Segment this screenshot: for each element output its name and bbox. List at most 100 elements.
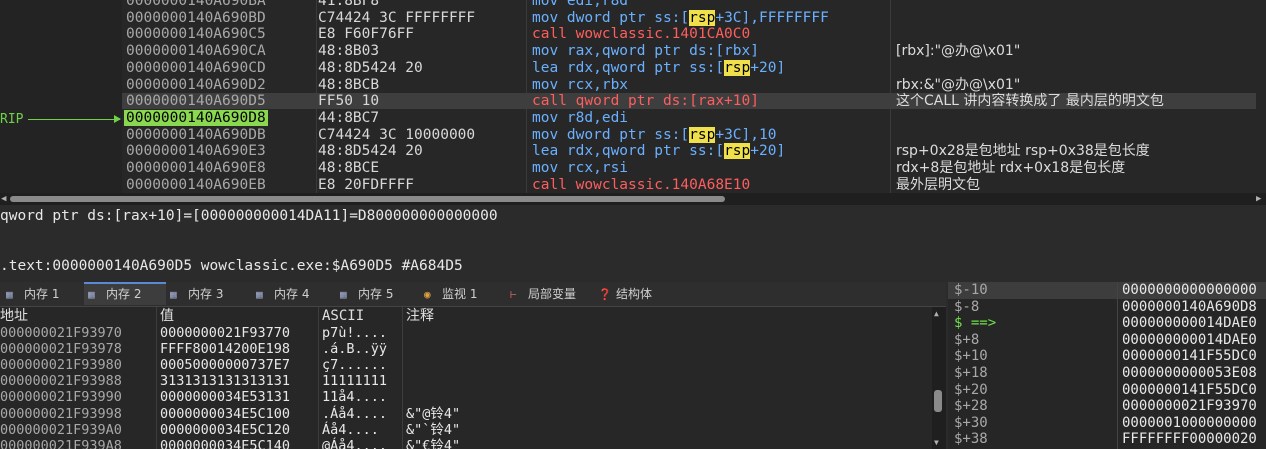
dump-row[interactable]: 000000021F93990 0000000034E53131 11å4.... (0, 390, 932, 406)
disasm-row[interactable]: 0000000140A690EB E8 20FDFFFF call wowclass… (122, 177, 1256, 193)
dump-ascii[interactable]: Áå4.... (322, 422, 379, 439)
dump-value[interactable]: 0000000034E5C100 (160, 406, 290, 423)
disasm-row[interactable]: 0000000140A690D2 48:8BCB mov rcx,rbx rbx:&"… (122, 77, 1256, 93)
stack-row[interactable]: $+28 0000000021F93970 (948, 398, 1266, 415)
instruction-comment[interactable]: 最外层明文包 (896, 177, 980, 193)
instruction-text[interactable]: mov dword ptr ss:[rsp+3C],FFFFFFFF (532, 9, 829, 26)
stack-pane[interactable]: $-10 0000000000000000 $-8 0000000140A690D8 $… (948, 282, 1266, 449)
dump-ascii[interactable]: p7ù!.... (322, 325, 387, 342)
dump-vertical-scrollbar[interactable] (932, 307, 946, 449)
tab-局部变量[interactable]: ⊢ 局部变量 (506, 284, 594, 305)
dump-ascii[interactable]: 11111111 (322, 374, 387, 390)
dump-comment[interactable]: &"€铃4" (406, 438, 460, 449)
disassembly-pane[interactable]: RIP 0000000140A690BA 41:8BF8 mov edi,r8d 00… (0, 0, 1266, 193)
dump-ascii[interactable]: .Áå4.... (322, 406, 387, 423)
stack-value[interactable]: 0000000000000000 (1122, 282, 1257, 299)
dump-ascii[interactable]: .á.B..ÿÿ (322, 342, 387, 358)
instruction-address[interactable]: 0000000140A690BA (126, 0, 266, 9)
stack-row[interactable]: $+10 0000000141F55DC0 (948, 348, 1266, 365)
instruction-address[interactable]: 0000000140A690BD (126, 10, 266, 26)
dump-address[interactable]: 000000021F93978 (0, 342, 122, 358)
instruction-text[interactable]: mov rcx,rsi (532, 160, 628, 176)
instruction-text[interactable]: mov r8d,edi (532, 110, 628, 126)
tab-内存-2[interactable]: ▦ 内存 2 (84, 282, 166, 305)
instruction-address[interactable]: 0000000140A690CD (126, 60, 266, 76)
dump-row[interactable]: 000000021F93998 0000000034E5C100 .Áå4.... &… (0, 406, 932, 423)
instruction-text[interactable]: call qword ptr ds:[rax+10] (532, 93, 759, 109)
dump-ascii[interactable]: ç7...... (322, 358, 387, 374)
instruction-address[interactable]: 0000000140A690EB (126, 177, 266, 193)
instruction-text[interactable]: mov rax,qword ptr ds:[rbx] (532, 43, 759, 59)
disasm-row[interactable]: 0000000140A690CD 48:8D5424 20 lea rdx,qwor… (122, 59, 1256, 76)
dump-address[interactable]: 000000021F93990 (0, 390, 122, 406)
scroll-left-icon[interactable]: ◀ (1, 193, 6, 205)
disasm-row[interactable]: 0000000140A690DB C74424 3C 10000000 mov dw… (122, 126, 1256, 143)
dump-value[interactable]: 0000000034E5C140 (160, 438, 290, 449)
dump-row[interactable]: 000000021F93980 00050000000737E7 ç7...... (0, 358, 932, 374)
stack-value[interactable]: 0000000140A690D8 (1122, 299, 1257, 316)
stack-row[interactable]: $+8 000000000014DAE0 (948, 332, 1266, 349)
instruction-address[interactable]: 0000000140A690DB (126, 127, 266, 143)
disasm-row[interactable]: 0000000140A690D5 FF50 10 call qword ptr ds… (122, 93, 1256, 110)
instruction-text[interactable]: mov rcx,rbx (532, 77, 628, 93)
dump-row[interactable]: 000000021F939A8 0000000034E5C140 @Áå4.... &… (0, 438, 932, 449)
dump-row[interactable]: 000000021F939A0 0000000034E5C120 Áå4.... &… (0, 422, 932, 439)
instruction-text[interactable]: call wowclassic.140A68E10 (532, 177, 750, 193)
tab-内存-3[interactable]: ▦ 内存 3 (166, 284, 252, 305)
disasm-row[interactable]: 0000000140A690BD C74424 3C FFFFFFFF mov dw… (122, 9, 1256, 26)
stack-value[interactable]: 0000000021F93970 (1122, 398, 1257, 415)
disasm-row[interactable]: 0000000140A690E3 48:8D5424 20 lea rdx,qwor… (122, 143, 1256, 160)
dump-value[interactable]: 0000000034E5C120 (160, 422, 290, 439)
instruction-address[interactable]: 0000000140A690D5 (126, 93, 266, 109)
stack-value[interactable]: 0000000141F55DC0 (1122, 382, 1257, 399)
stack-row[interactable]: $-8 0000000140A690D8 (948, 299, 1266, 316)
dump-value[interactable]: FFFF80014200E198 (160, 342, 290, 358)
dump-address[interactable]: 000000021F939A8 (0, 438, 122, 449)
stack-value[interactable]: FFFFFFFF00000020 (1122, 431, 1257, 448)
instruction-address[interactable]: 0000000140A690E3 (126, 143, 266, 159)
dump-header-address[interactable]: 地址 (0, 307, 28, 325)
dump-row[interactable]: 000000021F93988 3131313131313131 11111111 (0, 374, 932, 390)
instruction-text[interactable]: lea rdx,qword ptr ss:[rsp+20] (532, 143, 785, 160)
instruction-comment[interactable]: [rbx]:"@办@\x01" (896, 43, 1020, 59)
dump-header-value[interactable]: 值 (160, 307, 174, 325)
instruction-comment[interactable]: rbx:&"@办@\x01" (896, 77, 1020, 93)
disasm-row[interactable]: 0000000140A690E8 48:8BCE mov rcx,rsi rdx+8是… (122, 160, 1256, 176)
instruction-text[interactable]: mov dword ptr ss:[rsp+3C],10 (532, 126, 776, 143)
scrollbar-thumb[interactable] (934, 390, 942, 412)
dump-header-ascii[interactable]: ASCII (322, 307, 364, 325)
memory-dump-pane[interactable]: 地址 值 ASCII 注释 000000021F93970 0000000021F… (0, 307, 932, 449)
scroll-up-icon[interactable]: ▲ (934, 309, 939, 318)
tab-内存-5[interactable]: ▦ 内存 5 (336, 284, 420, 305)
stack-value[interactable]: 000000000014DAE0 (1122, 332, 1257, 349)
dump-address[interactable]: 000000021F93998 (0, 406, 122, 423)
stack-row[interactable]: $ ==> 000000000014DAE0 (948, 315, 1266, 332)
stack-row[interactable]: $+38 FFFFFFFF00000020 (948, 431, 1266, 448)
dump-header-comment[interactable]: 注释 (406, 307, 434, 325)
dump-address[interactable]: 000000021F939A0 (0, 422, 122, 439)
instruction-text[interactable]: call wowclassic.1401CA0C0 (532, 26, 750, 42)
instruction-address[interactable]: 0000000140A690D8 (124, 109, 268, 126)
dump-row[interactable]: 000000021F93978 FFFF80014200E198 .á.B..ÿÿ (0, 342, 932, 358)
tab-结构体[interactable]: ❓ 结构体 (594, 284, 678, 305)
instruction-address[interactable]: 0000000140A690C5 (126, 26, 266, 42)
dump-value[interactable]: 0000000021F93770 (160, 325, 290, 342)
disasm-row[interactable]: 0000000140A690CA 48:8B03 mov rax,qword ptr… (122, 43, 1256, 59)
dump-ascii[interactable]: 11å4.... (322, 390, 387, 406)
stack-value[interactable]: 0000000000053E08 (1122, 365, 1257, 382)
tab-内存-1[interactable]: ▦ 内存 1 (2, 284, 84, 305)
scroll-down-icon[interactable]: ▼ (934, 438, 939, 447)
tab-监视-1[interactable]: ◉ 监视 1 (420, 284, 506, 305)
dump-address[interactable]: 000000021F93980 (0, 358, 122, 374)
scrollbar-thumb[interactable] (10, 196, 725, 202)
dump-comment[interactable]: &"@铃4" (406, 406, 460, 423)
scroll-right-icon[interactable]: ▶ (1256, 193, 1261, 205)
instruction-comment[interactable]: 这个CALL 讲内容转换成了 最内层的明文包 (896, 93, 1164, 109)
stack-row[interactable]: $+20 0000000141F55DC0 (948, 382, 1266, 399)
instruction-text[interactable]: lea rdx,qword ptr ss:[rsp+20] (532, 59, 785, 76)
instruction-address[interactable]: 0000000140A690D2 (126, 77, 266, 93)
dump-address[interactable]: 000000021F93970 (0, 325, 122, 342)
dump-value[interactable]: 0000000034E53131 (160, 390, 290, 406)
stack-row[interactable]: $+30 0000001000000000 (948, 415, 1266, 432)
instruction-comment[interactable]: rsp+0x28是包地址 rsp+0x38是包长度 (896, 143, 1150, 159)
